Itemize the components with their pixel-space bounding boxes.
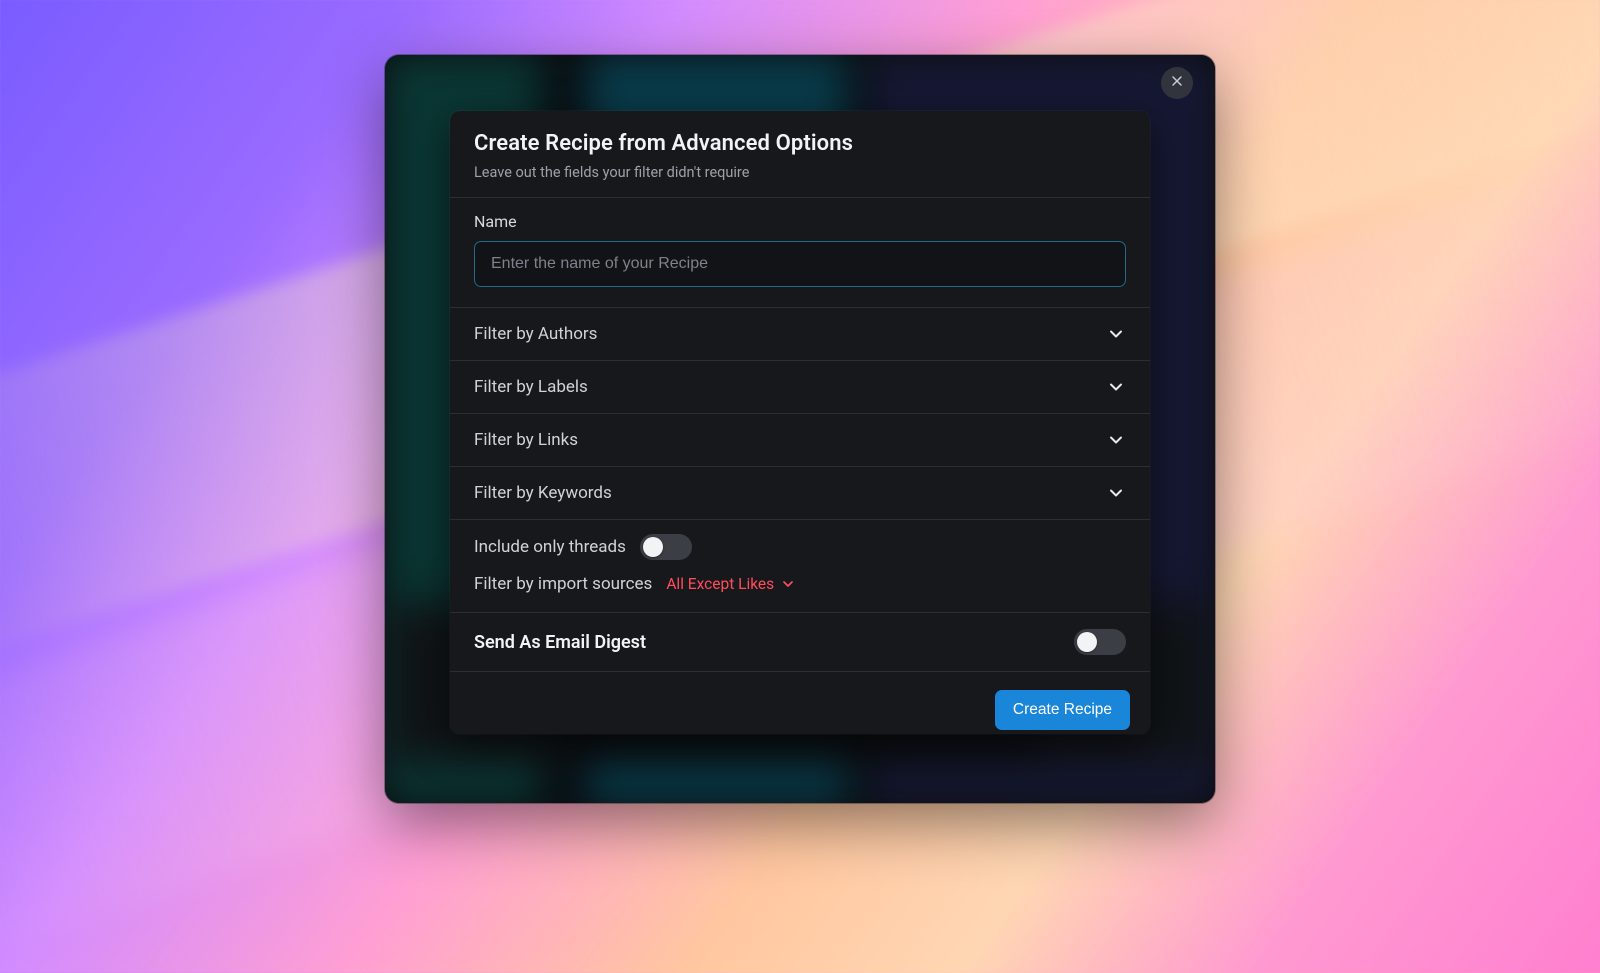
email-digest-section: Send As Email Digest	[450, 613, 1150, 672]
threads-label: Include only threads	[474, 537, 626, 557]
name-label: Name	[474, 212, 1126, 231]
import-sources-select[interactable]: All Except Likes	[666, 575, 796, 593]
modal-subtitle: Leave out the fields your filter didn't …	[474, 164, 1126, 181]
import-sources-label: Filter by import sources	[474, 574, 652, 594]
filter-links-row[interactable]: Filter by Links	[450, 414, 1150, 467]
toggle-knob	[643, 537, 663, 557]
filter-keywords-label: Filter by Keywords	[474, 483, 612, 503]
toggle-knob	[1077, 632, 1097, 652]
import-sources-value: All Except Likes	[666, 575, 774, 593]
options-section: Include only threads Filter by import so…	[450, 520, 1150, 613]
filter-keywords-row[interactable]: Filter by Keywords	[450, 467, 1150, 520]
filter-labels-label: Filter by Labels	[474, 377, 588, 397]
import-sources-row: Filter by import sources All Except Like…	[474, 574, 1126, 594]
threads-option-row: Include only threads	[474, 534, 1126, 560]
modal-title: Create Recipe from Advanced Options	[474, 131, 1126, 156]
modal-header: Create Recipe from Advanced Options Leav…	[450, 111, 1150, 198]
create-recipe-modal: Create Recipe from Advanced Options Leav…	[450, 111, 1150, 734]
threads-toggle[interactable]	[640, 534, 692, 560]
modal-footer: Create Recipe	[450, 672, 1150, 734]
filter-authors-label: Filter by Authors	[474, 324, 597, 344]
chevron-down-icon	[1106, 377, 1126, 397]
chevron-down-icon	[1106, 430, 1126, 450]
chevron-down-icon	[780, 576, 796, 592]
close-icon	[1169, 73, 1185, 93]
name-section: Name	[450, 198, 1150, 308]
recipe-name-input[interactable]	[474, 241, 1126, 287]
close-button[interactable]	[1161, 67, 1193, 99]
chevron-down-icon	[1106, 324, 1126, 344]
email-digest-toggle[interactable]	[1074, 629, 1126, 655]
email-digest-label: Send As Email Digest	[474, 632, 646, 653]
filter-labels-row[interactable]: Filter by Labels	[450, 361, 1150, 414]
create-recipe-button[interactable]: Create Recipe	[995, 690, 1130, 730]
app-window: Create Recipe from Advanced Options Leav…	[385, 55, 1215, 803]
filter-authors-row[interactable]: Filter by Authors	[450, 308, 1150, 361]
chevron-down-icon	[1106, 483, 1126, 503]
filter-links-label: Filter by Links	[474, 430, 578, 450]
